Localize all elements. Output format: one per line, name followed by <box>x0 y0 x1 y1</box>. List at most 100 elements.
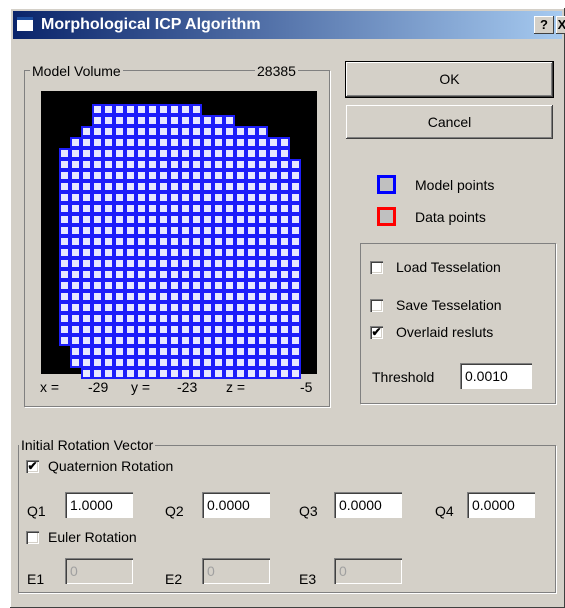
voxel-cell <box>59 313 70 324</box>
voxel-cell <box>224 291 235 302</box>
voxel-cell <box>169 346 180 357</box>
voxel-cell <box>213 291 224 302</box>
voxel-cell <box>279 368 290 379</box>
voxel-cell <box>257 137 268 148</box>
cancel-button[interactable]: Cancel <box>346 105 553 139</box>
voxel-cell <box>268 159 279 170</box>
e3-input[interactable]: 0 <box>334 558 402 584</box>
voxel-cell <box>103 115 114 126</box>
voxel-cell <box>125 346 136 357</box>
voxel-cell <box>191 192 202 203</box>
voxel-cell <box>158 181 169 192</box>
voxel-cell <box>92 115 103 126</box>
voxel-cell <box>202 225 213 236</box>
voxel-cell <box>103 302 114 313</box>
title-bar[interactable]: Morphological ICP Algorithm ? X <box>13 11 565 39</box>
voxel-cell <box>213 137 224 148</box>
voxel-cell <box>235 203 246 214</box>
ok-button[interactable]: OK <box>345 61 554 98</box>
quaternion-rotation-label[interactable]: Quaternion Rotation <box>48 457 173 475</box>
voxel-cell <box>257 280 268 291</box>
voxel-cell <box>125 236 136 247</box>
voxel-cell <box>257 214 268 225</box>
voxel-cell <box>114 104 125 115</box>
voxel-cell <box>224 115 235 126</box>
e1-input[interactable]: 0 <box>65 558 133 584</box>
voxel-cell <box>180 214 191 225</box>
rotation-group-label: Initial Rotation Vector <box>19 437 156 453</box>
voxel-cell <box>235 346 246 357</box>
voxel-cell <box>180 269 191 280</box>
voxel-cell <box>202 115 213 126</box>
voxel-cell <box>224 247 235 258</box>
voxel-cell <box>114 236 125 247</box>
voxel-cell <box>224 346 235 357</box>
voxel-cell <box>246 335 257 346</box>
voxel-cell <box>103 269 114 280</box>
load-tesselation-checkbox[interactable] <box>370 261 383 274</box>
voxel-cell <box>268 302 279 313</box>
voxel-cell <box>92 126 103 137</box>
voxel-cell <box>257 203 268 214</box>
voxel-cell <box>70 236 81 247</box>
voxel-cell <box>136 324 147 335</box>
voxel-cell <box>169 280 180 291</box>
voxel-cell <box>70 269 81 280</box>
q2-input[interactable]: 0.0000 <box>202 492 270 518</box>
voxel-cell <box>191 181 202 192</box>
q4-input[interactable]: 0.0000 <box>467 492 535 518</box>
voxel-cell <box>81 203 92 214</box>
voxel-cell <box>136 313 147 324</box>
voxel-cell <box>92 236 103 247</box>
voxel-cell <box>125 302 136 313</box>
voxel-cell <box>279 137 290 148</box>
voxel-cell <box>59 247 70 258</box>
model-volume-view[interactable] <box>41 91 317 379</box>
voxel-cell <box>180 137 191 148</box>
voxel-cell <box>191 258 202 269</box>
voxel-cell <box>147 236 158 247</box>
close-button[interactable]: X <box>556 16 565 34</box>
voxel-cell <box>70 214 81 225</box>
voxel-cell <box>191 324 202 335</box>
voxel-cell <box>114 225 125 236</box>
voxel-cell <box>81 302 92 313</box>
voxel-cell <box>103 203 114 214</box>
voxel-cell <box>202 236 213 247</box>
load-tesselation-label[interactable]: Load Tesselation <box>396 258 501 276</box>
voxel-cell <box>191 302 202 313</box>
voxel-cell <box>202 324 213 335</box>
quaternion-rotation-checkbox[interactable]: ✔ <box>26 460 39 473</box>
q3-input[interactable]: 0.0000 <box>334 492 402 518</box>
threshold-input[interactable]: 0.0010 <box>460 363 532 389</box>
voxel-cell <box>125 313 136 324</box>
voxel-cell <box>70 247 81 258</box>
save-tesselation-checkbox[interactable] <box>370 299 383 312</box>
voxel-cell <box>70 280 81 291</box>
voxel-cell <box>279 291 290 302</box>
voxel-cell <box>92 170 103 181</box>
voxel-cell <box>290 203 301 214</box>
voxel-cell <box>136 269 147 280</box>
voxel-cell <box>202 203 213 214</box>
overlaid-results-label[interactable]: Overlaid resluts <box>396 323 493 341</box>
voxel-cell <box>103 346 114 357</box>
voxel-cell <box>268 214 279 225</box>
q1-input[interactable]: 1.0000 <box>65 492 133 518</box>
voxel-cell <box>279 324 290 335</box>
euler-rotation-label[interactable]: Euler Rotation <box>48 528 137 546</box>
x-coord-label: x = <box>40 379 60 395</box>
voxel-cell <box>213 181 224 192</box>
voxel-cell <box>147 159 158 170</box>
overlaid-results-checkbox[interactable]: ✔ <box>370 326 383 339</box>
save-tesselation-label[interactable]: Save Tesselation <box>396 296 502 314</box>
euler-rotation-checkbox[interactable] <box>26 531 39 544</box>
voxel-cell <box>235 148 246 159</box>
voxel-cell <box>257 159 268 170</box>
help-button[interactable]: ? <box>534 16 554 34</box>
voxel-cell <box>114 126 125 137</box>
voxel-cell <box>103 258 114 269</box>
voxel-cell <box>202 137 213 148</box>
e2-input[interactable]: 0 <box>202 558 270 584</box>
voxel-cell <box>180 236 191 247</box>
